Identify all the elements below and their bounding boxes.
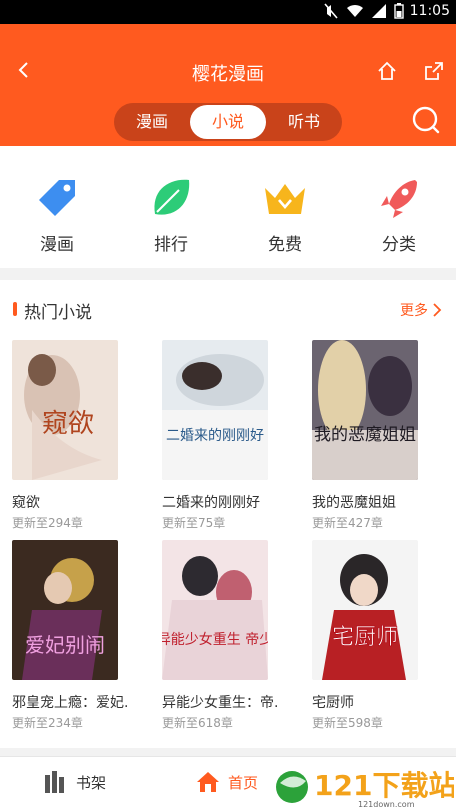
watermark-text: 121下载站 <box>314 769 454 802</box>
section-divider <box>0 268 456 280</box>
quick-nav-label: 漫画 <box>40 235 74 255</box>
cover-title: 宅厨师 <box>332 625 398 650</box>
tag-icon <box>39 180 75 216</box>
home-icon[interactable] <box>376 60 398 82</box>
nav-label: 书架 <box>76 773 107 792</box>
cover-title: 窥欲 <box>42 409 94 439</box>
quick-nav-ranking[interactable]: 排行 <box>114 150 228 260</box>
quick-nav-label: 排行 <box>154 235 188 255</box>
book-cover: 异能少女重生 帝少 <box>157 540 273 680</box>
quick-nav-comics[interactable]: 漫画 <box>0 150 114 260</box>
book-cover: 爱妃别闹 <box>12 540 118 680</box>
book-cover: 二婚来的刚刚好 <box>162 340 268 480</box>
bookshelf-icon <box>45 771 64 793</box>
wifi-icon <box>347 4 363 17</box>
book-update: 更新至75章 <box>162 516 226 530</box>
book-card[interactable]: 宅厨师 宅厨师 更新至598章 <box>312 540 452 731</box>
nav-label: 首页 <box>228 773 259 792</box>
cover-title: 二婚来的刚刚好 <box>166 428 264 444</box>
cover-title: 爱妃别闹 <box>25 633 105 657</box>
bottom-divider <box>0 748 456 756</box>
quick-nav-free[interactable]: 免费 <box>228 150 342 260</box>
book-cover: 宅厨师 <box>312 540 418 680</box>
home-nav-icon <box>197 772 219 792</box>
book-cover: 窥欲 <box>12 340 118 480</box>
status-icons <box>324 3 404 19</box>
share-icon[interactable] <box>423 60 445 82</box>
quick-nav-category[interactable]: 分类 <box>342 150 456 260</box>
book-card[interactable]: 二婚来的刚刚好 二婚来的刚刚好 更新至75章 <box>162 340 302 531</box>
book-update: 更新至234章 <box>12 716 83 730</box>
tab-comics[interactable]: 漫画 <box>114 103 190 141</box>
book-title: 窥欲 <box>12 495 40 511</box>
app-header: 樱花漫画 漫画 小说 听书 <box>0 24 456 146</box>
search-icon[interactable] <box>410 104 442 136</box>
category-tabs: 漫画 小说 听书 <box>114 103 342 141</box>
book-update: 更新至427章 <box>312 516 383 530</box>
book-card[interactable]: 窥欲 窥欲 更新至294章 <box>12 340 152 531</box>
book-card[interactable]: 我的恶魔姐姐 我的恶魔姐姐 更新至427章 <box>312 340 452 531</box>
crown-icon <box>265 184 305 214</box>
section-title: 热门小说 <box>24 303 92 323</box>
cover-title: 我的恶魔姐姐 <box>314 425 416 445</box>
cover-title: 异能少女重生 帝少 <box>162 631 268 648</box>
chevron-right-icon <box>433 303 442 317</box>
watermark-sub: 121down.com <box>358 800 415 809</box>
mute-icon <box>324 3 338 19</box>
section-accent-bar <box>13 302 17 316</box>
rocket-icon <box>381 180 417 218</box>
book-cover: 我的恶魔姐姐 <box>312 340 418 480</box>
book-update: 更新至598章 <box>312 716 383 730</box>
signal-icon <box>372 4 386 18</box>
book-update: 更新至294章 <box>12 516 83 530</box>
more-label: 更多 <box>400 303 428 319</box>
book-update: 更新至618章 <box>162 716 233 730</box>
site-watermark: 121下载站 121down.com <box>276 769 454 809</box>
quick-nav: 漫画 排行 免费 分类 <box>0 150 456 260</box>
battery-icon <box>394 3 404 19</box>
bottom-nav: 书架 首页 121下载站 121down.com <box>0 756 456 812</box>
book-title: 二婚来的刚刚好 <box>162 495 260 511</box>
book-card[interactable]: 异能少女重生 帝少 异能少女重生：帝. 更新至618章 <box>157 540 302 731</box>
leaf-icon <box>154 179 190 215</box>
status-time: 11:05 <box>409 3 450 19</box>
book-title: 宅厨师 <box>312 695 354 711</box>
book-card[interactable]: 爱妃别闹 邪皇宠上瘾：爱妃. 更新至234章 <box>12 540 152 731</box>
more-link[interactable]: 更多 <box>400 300 442 320</box>
hot-novels-header: 热门小说 更多 <box>0 288 456 328</box>
nav-home[interactable]: 首页 <box>196 771 258 793</box>
quick-nav-label: 分类 <box>382 235 416 255</box>
tab-novels[interactable]: 小说 <box>190 105 266 139</box>
book-title: 异能少女重生：帝. <box>162 695 279 711</box>
book-title: 邪皇宠上瘾：爱妃. <box>12 695 129 711</box>
tab-audiobooks[interactable]: 听书 <box>266 103 342 141</box>
book-title: 我的恶魔姐姐 <box>312 495 396 511</box>
status-bar: 11:05 <box>0 0 456 24</box>
nav-bookshelf[interactable]: 书架 <box>44 771 106 793</box>
quick-nav-label: 免费 <box>268 235 302 255</box>
